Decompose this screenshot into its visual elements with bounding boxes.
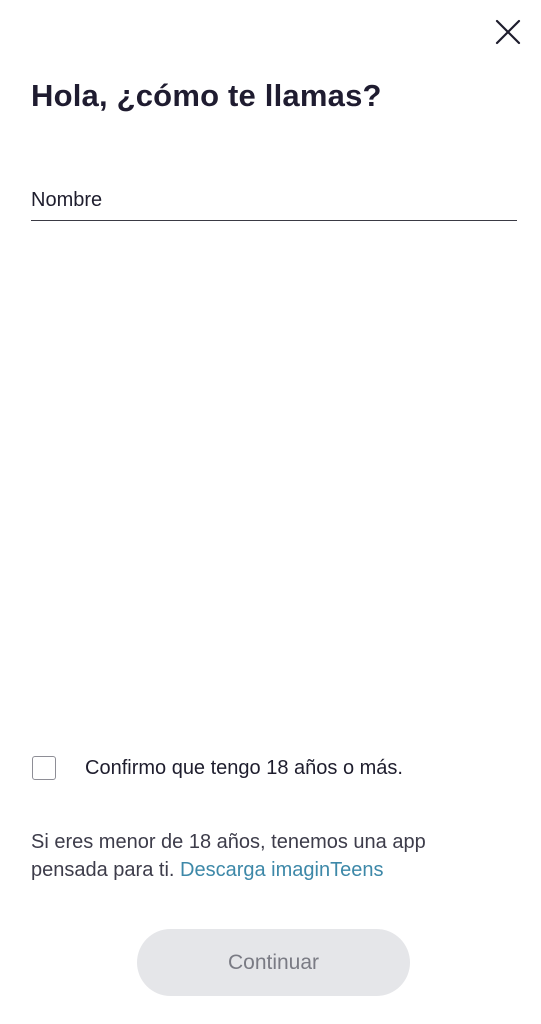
- continue-button[interactable]: Continuar: [137, 929, 410, 996]
- name-input[interactable]: [31, 180, 517, 220]
- age-confirmation-row[interactable]: Confirmo que tengo 18 años o más.: [32, 756, 403, 780]
- age-confirmation-label: Confirmo que tengo 18 años o más.: [85, 756, 403, 779]
- page-title: Hola, ¿cómo te llamas?: [31, 78, 382, 113]
- name-field[interactable]: [31, 180, 517, 221]
- close-button[interactable]: [490, 14, 526, 50]
- close-icon: [495, 19, 521, 45]
- teens-notice: Si eres menor de 18 años, tenemos una ap…: [31, 828, 501, 884]
- download-imaginteens-link[interactable]: Descarga imaginTeens: [180, 859, 383, 881]
- age-confirmation-checkbox[interactable]: [32, 756, 56, 780]
